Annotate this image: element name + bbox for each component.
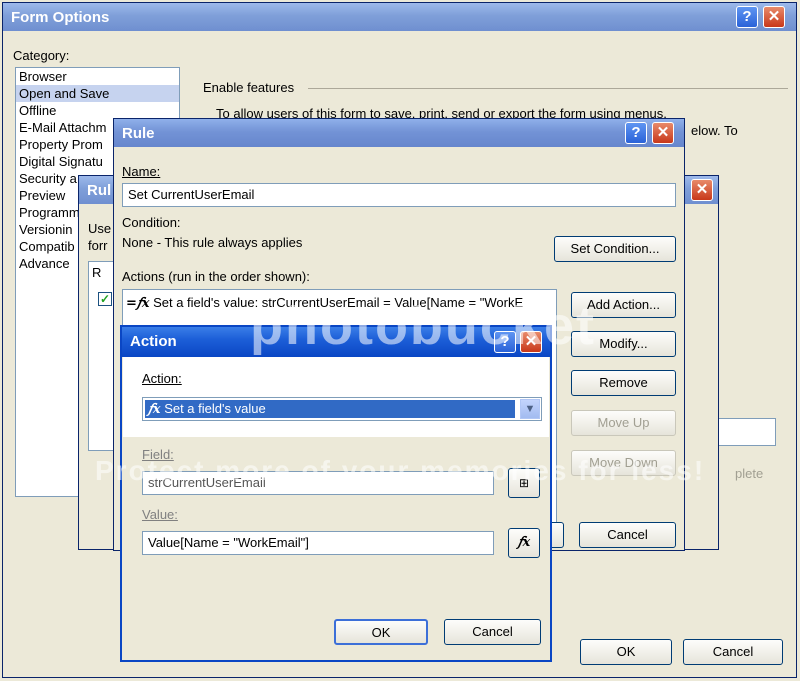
category-item[interactable]: Offline [16, 102, 179, 119]
action-titlebar: Action [122, 327, 550, 357]
remove-button[interactable]: Remove [571, 370, 676, 396]
action-select-text: Set a field's value [164, 401, 266, 416]
form-options-cancel-button[interactable]: Cancel [683, 639, 783, 665]
insert-formula-icon[interactable]: 𝑓x [508, 528, 540, 558]
category-item[interactable]: Open and Save [16, 85, 179, 102]
action-dialog: Action ? ✕ Action: 𝑓x Set a field's valu… [120, 325, 552, 662]
category-label: Category: [13, 48, 70, 63]
move-down-button[interactable]: Move Down [571, 450, 676, 476]
form-options-titlebar: Form Options [3, 3, 796, 31]
rule-cancel-button[interactable]: Cancel [579, 522, 676, 548]
action-label: Action: [142, 371, 182, 386]
action-close-icon[interactable]: ✕ [520, 331, 542, 353]
field-label: Field: [142, 447, 174, 462]
rule-name-label: Name: [122, 164, 161, 179]
action-select[interactable]: 𝑓x Set a field's value ▼ [142, 397, 542, 421]
condition-value: None - This rule always applies [122, 235, 303, 250]
rule-title: Rule [122, 125, 155, 142]
rules-text-1: Use [88, 221, 112, 236]
action-cancel-button[interactable]: Cancel [444, 619, 541, 645]
chevron-down-icon[interactable]: ▼ [520, 399, 540, 419]
field-input[interactable]: strCurrentUserEmail [142, 471, 494, 495]
enable-features-divider [308, 88, 788, 89]
value-label: Value: [142, 507, 178, 522]
enable-features-text-2: elow. To [691, 123, 738, 138]
complete-fragment: plete [735, 466, 764, 481]
formula-icon: =𝑓x [126, 296, 150, 311]
rules-close-icon[interactable]: ✕ [691, 179, 713, 201]
form-options-ok-button[interactable]: OK [580, 639, 672, 665]
rule-close-icon[interactable]: ✕ [652, 122, 674, 144]
help-icon[interactable]: ? [736, 6, 758, 28]
move-up-button[interactable]: Move Up [571, 410, 676, 436]
rules-title: Rul [87, 182, 112, 199]
rule-name-input[interactable]: Set CurrentUserEmail [122, 183, 676, 207]
actions-label: Actions (run in the order shown): [122, 269, 310, 284]
rules-text-2: forr [88, 238, 108, 253]
action-title: Action [130, 333, 177, 350]
action-list-item[interactable]: =𝑓x Set a field's value: strCurrentUserE… [123, 294, 556, 311]
action-select-value: 𝑓x Set a field's value [145, 400, 515, 418]
formula-icon: 𝑓x [148, 402, 161, 417]
rules-column-header: R [92, 265, 102, 280]
action-help-icon[interactable]: ? [494, 331, 516, 353]
add-action-button[interactable]: Add Action... [571, 292, 676, 318]
condition-label: Condition: [122, 215, 181, 230]
enable-features-label: Enable features [203, 80, 295, 95]
category-item[interactable]: Browser [16, 68, 179, 85]
action-ok-button[interactable]: OK [334, 619, 428, 645]
set-condition-button[interactable]: Set Condition... [554, 236, 676, 262]
value-input[interactable]: Value[Name = "WorkEmail"] [142, 531, 494, 555]
close-icon[interactable]: ✕ [763, 6, 785, 28]
rule-checkbox[interactable]: ✓ [98, 292, 112, 306]
action-list-item-text: Set a field's value: strCurrentUserEmail… [153, 295, 524, 310]
modify-button[interactable]: Modify... [571, 331, 676, 357]
rule-titlebar: Rule [114, 119, 684, 147]
rule-help-icon[interactable]: ? [625, 122, 647, 144]
form-options-title: Form Options [11, 9, 110, 26]
select-field-icon[interactable]: ⊞ [508, 468, 540, 498]
